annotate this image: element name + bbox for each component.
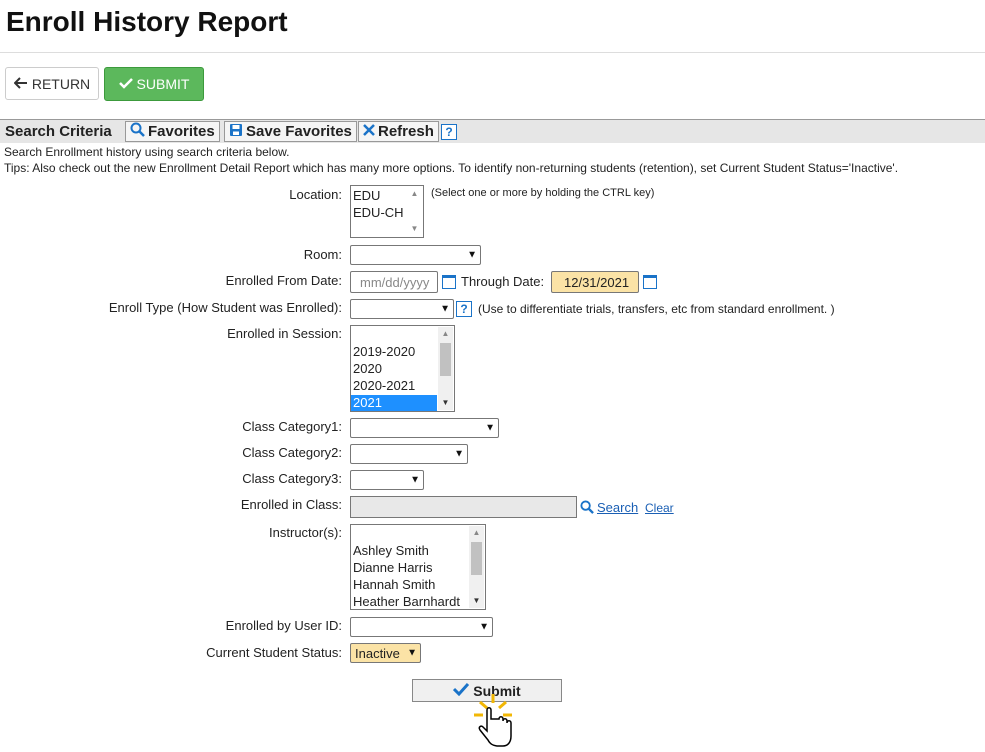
user-id-select[interactable]: ▼: [350, 617, 493, 637]
search-icon[interactable]: [580, 500, 594, 519]
through-date-label: Through Date:: [461, 274, 545, 289]
favorites-label: Favorites: [148, 123, 215, 140]
list-item[interactable]: 2019-2020: [353, 344, 415, 359]
list-item[interactable]: Ashley Smith: [353, 543, 429, 558]
list-item[interactable]: EDU: [353, 188, 380, 203]
hand-cursor-icon: [470, 690, 520, 752]
session-label: Enrolled in Session:: [227, 326, 342, 341]
enrolled-from-input[interactable]: mm/dd/yyyy: [350, 271, 438, 293]
status-label: Current Student Status:: [206, 645, 342, 660]
category2-label: Class Category2:: [242, 445, 342, 460]
scroll-thumb[interactable]: [471, 542, 482, 575]
scroll-down-icon[interactable]: ▼: [407, 222, 422, 236]
enrolled-class-input[interactable]: [350, 496, 577, 518]
location-hint: (Select one or more by holding the CTRL …: [431, 187, 655, 199]
chevron-down-icon: ▼: [407, 647, 417, 659]
class-clear-link[interactable]: Clear: [645, 501, 674, 515]
status-select[interactable]: Inactive ▼: [350, 643, 421, 663]
chevron-down-icon: ▼: [467, 249, 477, 261]
scrollbar[interactable]: ▲ ▼: [438, 327, 453, 410]
chevron-down-icon: ▼: [479, 621, 489, 633]
instructors-listbox[interactable]: Ashley Smith Dianne Harris Hannah Smith …: [350, 524, 486, 610]
enroll-type-select[interactable]: ▼: [350, 299, 454, 319]
scrollbar[interactable]: ▲ ▼: [407, 187, 422, 236]
chevron-down-icon: ▼: [454, 448, 464, 460]
through-date-input[interactable]: 12/31/2021: [551, 271, 639, 293]
scroll-thumb[interactable]: [440, 343, 451, 376]
category3-label: Class Category3:: [242, 471, 342, 486]
enrolled-class-label: Enrolled in Class:: [240, 497, 342, 512]
list-item[interactable]: Heather Barnhardt: [353, 594, 460, 609]
scroll-down-icon[interactable]: ▼: [438, 396, 453, 410]
category1-label: Class Category1:: [242, 419, 342, 434]
location-listbox[interactable]: EDU EDU-CH ▲ ▼: [350, 185, 424, 238]
check-icon: [453, 682, 470, 699]
category2-select[interactable]: ▼: [350, 444, 468, 464]
enrolled-from-label: Enrolled From Date:: [225, 273, 342, 288]
chevron-down-icon: ▼: [485, 422, 495, 434]
list-item[interactable]: 2020: [353, 361, 382, 376]
arrow-left-icon: [13, 76, 28, 92]
scroll-down-icon[interactable]: ▼: [469, 594, 484, 608]
list-item[interactable]: 2020-2021: [353, 378, 415, 393]
tips-text: Tips: Also check out the new Enrollment …: [4, 161, 899, 175]
submit-button[interactable]: SUBMIT: [104, 67, 204, 101]
divider: [0, 52, 985, 53]
search-icon: [130, 122, 145, 141]
check-icon: [118, 76, 133, 92]
status-value: Inactive: [355, 646, 400, 661]
return-button[interactable]: RETURN: [5, 67, 99, 100]
help-icon[interactable]: ?: [456, 301, 472, 317]
enroll-type-hint: (Use to differentiate trials, transfers,…: [478, 302, 835, 316]
chevron-down-icon: ▼: [410, 474, 420, 486]
refresh-button[interactable]: Refresh: [358, 121, 439, 142]
help-icon[interactable]: ?: [441, 124, 457, 140]
room-select[interactable]: ▼: [350, 245, 481, 265]
save-favorites-label: Save Favorites: [246, 123, 352, 140]
submit-label: SUBMIT: [136, 76, 190, 92]
scroll-up-icon[interactable]: ▲: [407, 187, 422, 201]
save-favorites-button[interactable]: Save Favorites: [224, 121, 357, 142]
save-icon: [229, 123, 243, 141]
refresh-label: Refresh: [378, 123, 434, 140]
session-listbox[interactable]: 2019-2020 2020 2020-2021 2021 ▲ ▼: [350, 325, 455, 412]
user-id-label: Enrolled by User ID:: [225, 618, 342, 633]
calendar-icon[interactable]: [442, 275, 456, 289]
class-search-link[interactable]: Search: [597, 500, 638, 515]
return-label: RETURN: [31, 75, 91, 92]
enroll-type-label: Enroll Type (How Student was Enrolled):: [108, 300, 342, 315]
calendar-icon[interactable]: [643, 275, 657, 289]
category1-select[interactable]: ▼: [350, 418, 499, 438]
close-icon: [363, 123, 375, 140]
search-criteria-label: Search Criteria: [5, 123, 112, 140]
category3-select[interactable]: ▼: [350, 470, 424, 490]
page-title: Enroll History Report: [6, 6, 288, 37]
list-item[interactable]: EDU-CH: [353, 205, 404, 220]
selected-label: 2021: [353, 395, 382, 410]
scrollbar[interactable]: ▲ ▼: [469, 526, 484, 608]
selected-list-item[interactable]: 2021: [351, 395, 437, 411]
scroll-up-icon[interactable]: ▲: [438, 327, 453, 341]
info-text: Search Enrollment history using search c…: [4, 145, 290, 159]
list-item[interactable]: Dianne Harris: [353, 560, 432, 575]
room-label: Room:: [303, 247, 342, 262]
chevron-down-icon: ▼: [440, 303, 450, 315]
list-item[interactable]: Hannah Smith: [353, 577, 435, 592]
location-label: Location:: [289, 187, 342, 202]
instructors-label: Instructor(s):: [269, 525, 342, 540]
scroll-up-icon[interactable]: ▲: [469, 526, 484, 540]
favorites-button[interactable]: Favorites: [125, 121, 220, 142]
